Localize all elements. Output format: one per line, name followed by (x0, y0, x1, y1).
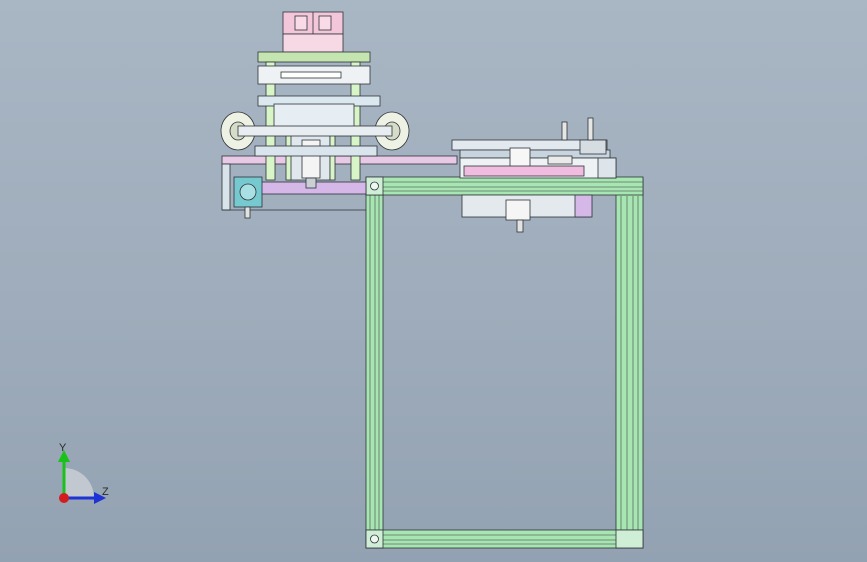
stepper-motor (233, 176, 263, 219)
assembly-drawing[interactable] (0, 0, 867, 562)
z-axis-label: Z (102, 486, 109, 498)
horizontal-slide (451, 117, 617, 179)
extrusion-frame (365, 176, 644, 549)
triad-plane-icon (64, 468, 94, 498)
cad-viewport[interactable]: Y Z (0, 0, 867, 562)
y-axis-label: Y (59, 442, 67, 454)
x-axis-dot-icon (59, 493, 69, 503)
lower-slide-block (461, 194, 593, 233)
